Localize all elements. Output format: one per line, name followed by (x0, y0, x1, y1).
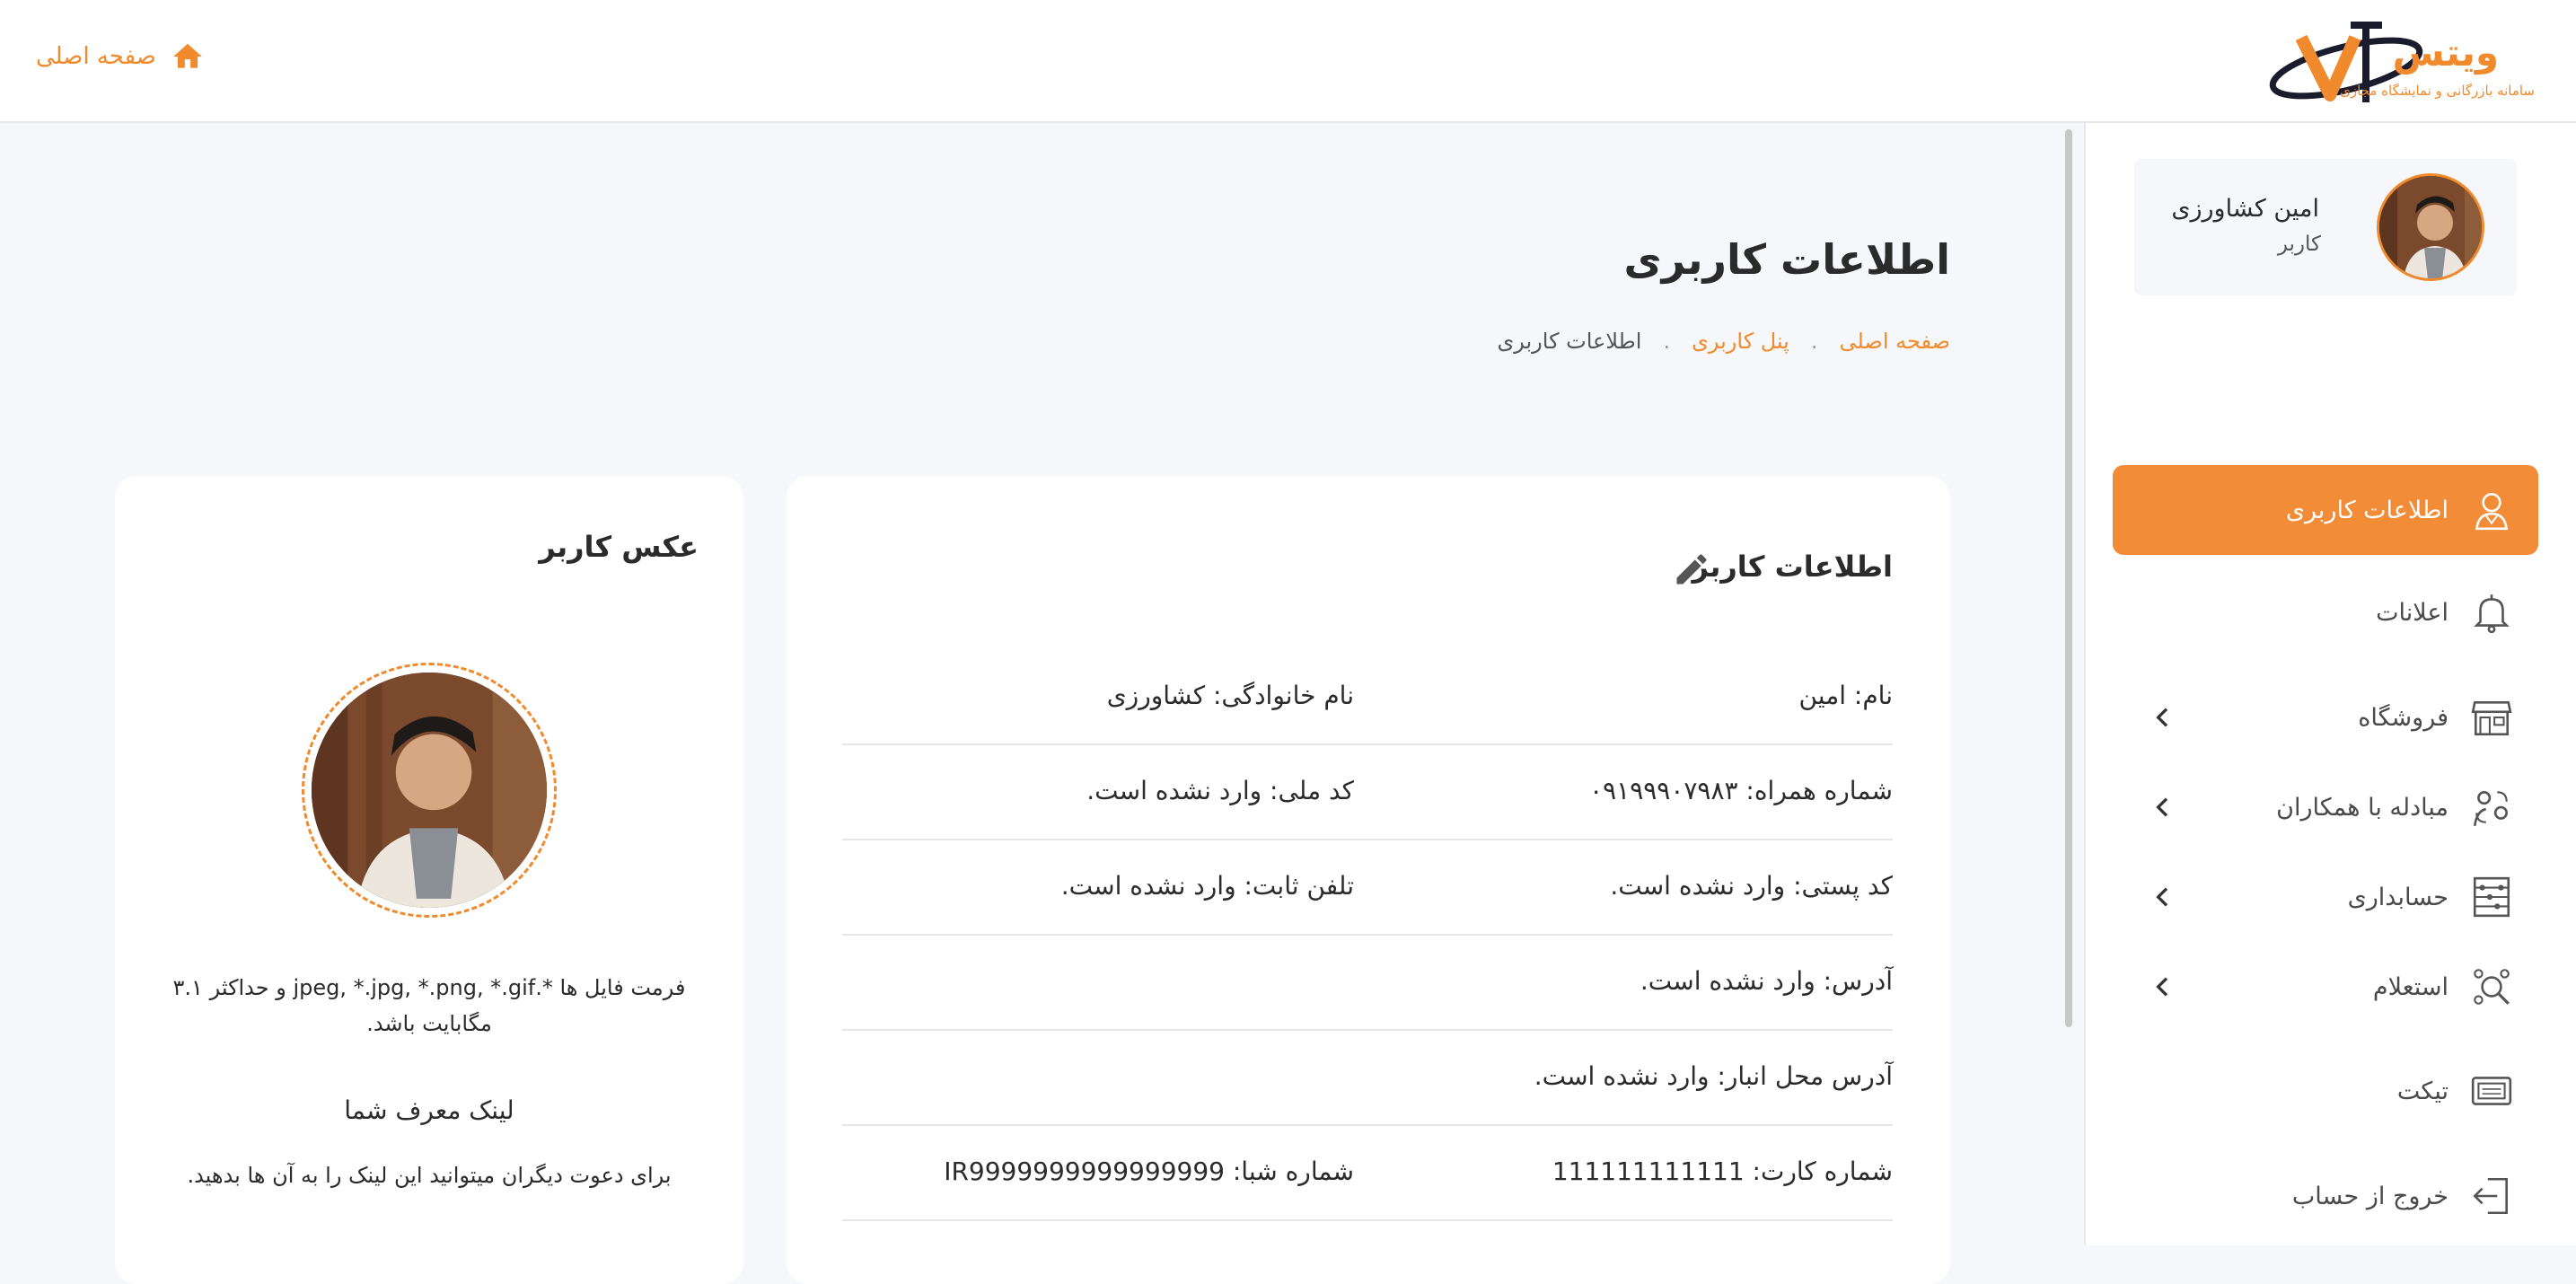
chevron-left-icon (2156, 708, 2168, 727)
info-card-number: شماره کارت: 111111111111 (1552, 1156, 1893, 1186)
home-icon (172, 43, 202, 68)
top-header: صفحه اصلی ویتس سامانه بازرگانی و نمایشگا… (0, 0, 2576, 123)
sidebar-item-label: حسابداری (2347, 883, 2449, 911)
person-photo-icon (2379, 176, 2482, 278)
bell-icon (2466, 587, 2517, 638)
info-address: آدرس: وارد نشده است. (1640, 966, 1893, 996)
sidebar-item-notifications[interactable]: اعلانات (2113, 567, 2538, 657)
breadcrumb-separator: . (1810, 329, 1818, 354)
exchange-icon (2466, 782, 2517, 832)
scrollbar-thumb[interactable] (2065, 129, 2072, 1027)
info-row: شماره کارت: 111111111111 شماره شبا: IR99… (842, 1126, 1893, 1221)
home-link-label: صفحه اصلی (36, 43, 156, 70)
referral-description: برای دعوت دیگران میتوانید این لینک را به… (187, 1163, 672, 1188)
sidebar-item-label: مبادله با همکاران (2276, 793, 2449, 822)
breadcrumb-home[interactable]: صفحه اصلی (1839, 329, 1950, 354)
user-photo-card: عکس کاربر فرمت فایل ها *.jpeg, *.jpg, *.… (115, 476, 743, 1284)
page-title: اطلاعات کاربری (1623, 235, 1950, 284)
sidebar-item-label: خروج از حساب (2291, 1182, 2449, 1210)
logo-tagline: سامانه بازرگانی و نمایشگاه مجازی (2340, 83, 2535, 99)
sidebar-item-label: تیکت (2396, 1077, 2449, 1105)
logo-brand: ویتس (2392, 31, 2499, 75)
sidebar-item-label: استعلام (2372, 972, 2449, 1001)
sidebar-item-accounting[interactable]: حسابداری (2113, 852, 2538, 942)
info-row: آدرس محل انبار: وارد نشده است. (842, 1031, 1893, 1126)
profile-card: امین کشاورزی کاربر (2134, 159, 2517, 295)
sidebar-item-exchange[interactable]: مبادله با همکاران (2113, 762, 2538, 852)
ticket-icon (2466, 1066, 2517, 1116)
info-landline: تلفن ثابت: وارد نشده است. (1060, 871, 1354, 901)
referral-title: لینک معرف شما (344, 1095, 514, 1125)
sidebar-item-store[interactable]: فروشگاه (2113, 673, 2538, 762)
sidebar: امین کشاورزی کاربر اطلاعات کاربری اعلانا… (2084, 123, 2576, 1245)
user-info-card: اطلاعات کاربر نام: امین نام خانوادگی: کش… (787, 476, 1950, 1284)
user-photo (312, 673, 547, 908)
sidebar-item-user-info[interactable]: اطلاعات کاربری (2113, 465, 2538, 555)
breadcrumb-panel[interactable]: پنل کاربری (1692, 329, 1789, 354)
sidebar-item-inquiry[interactable]: استعلام (2113, 942, 2538, 1032)
sidebar-item-label: فروشگاه (2358, 703, 2449, 732)
inquiry-icon (2466, 962, 2517, 1012)
info-row: کد پستی: وارد نشده است. تلفن ثابت: وارد … (842, 840, 1893, 936)
store-icon (2466, 692, 2517, 743)
info-national-code: کد ملی: وارد نشده است. (1086, 776, 1354, 805)
home-link[interactable]: صفحه اصلی (36, 40, 205, 74)
user-info-title: اطلاعات کاربر (1692, 550, 1893, 584)
breadcrumb: صفحه اصلی . پنل کاربری . اطلاعات کاربری (1497, 329, 1950, 354)
logo[interactable]: ویتس سامانه بازرگانی و نمایشگاه مجازی (2265, 13, 2535, 111)
chevron-left-icon (2156, 887, 2168, 907)
profile-role: کاربر (2277, 233, 2321, 256)
avatar (2377, 173, 2484, 281)
abacus-icon (2466, 872, 2517, 922)
breadcrumb-separator: . (1663, 329, 1671, 354)
chevron-left-icon (2156, 977, 2168, 997)
info-row: آدرس: وارد نشده است. (842, 936, 1893, 1031)
sidebar-item-ticket[interactable]: تیکت (2113, 1046, 2538, 1136)
sidebar-item-logout[interactable]: خروج از حساب (2113, 1151, 2538, 1241)
info-last-name: نام خانوادگی: کشاورزی (1106, 681, 1354, 710)
chevron-left-icon (2156, 797, 2168, 817)
info-row: نام: امین نام خانوادگی: کشاورزی (842, 650, 1893, 745)
info-mobile: شماره همراه: ۰۹۱۹۹۹۰۷۹۸۳ (1589, 776, 1893, 805)
info-sheba: شماره شبا: IR9999999999999999 (944, 1156, 1354, 1186)
photo-format-hint: فرمت فایل ها *.jpeg, *.jpg, *.png, *.gif… (172, 975, 686, 1036)
sidebar-item-label: اعلانات (2376, 598, 2449, 627)
info-postal-code: کد پستی: وارد نشده است. (1610, 871, 1893, 901)
content-scrollbar[interactable] (2062, 129, 2076, 1027)
info-first-name: نام: امین (1798, 681, 1893, 710)
user-photo-title: عکس کاربر (539, 530, 699, 564)
info-row: شماره همراه: ۰۹۱۹۹۹۰۷۹۸۳ کد ملی: وارد نش… (842, 745, 1893, 840)
pencil-icon[interactable] (1672, 550, 1711, 589)
breadcrumb-current: اطلاعات کاربری (1497, 329, 1642, 354)
logout-icon (2466, 1171, 2517, 1221)
info-warehouse-address: آدرس محل انبار: وارد نشده است. (1534, 1061, 1893, 1091)
photo-upload-area[interactable] (302, 663, 557, 918)
user-icon (2466, 485, 2517, 535)
person-photo-icon (312, 673, 547, 908)
profile-name: امین کشاورزی (2171, 195, 2319, 223)
sidebar-item-label: اطلاعات کاربری (2285, 496, 2449, 524)
